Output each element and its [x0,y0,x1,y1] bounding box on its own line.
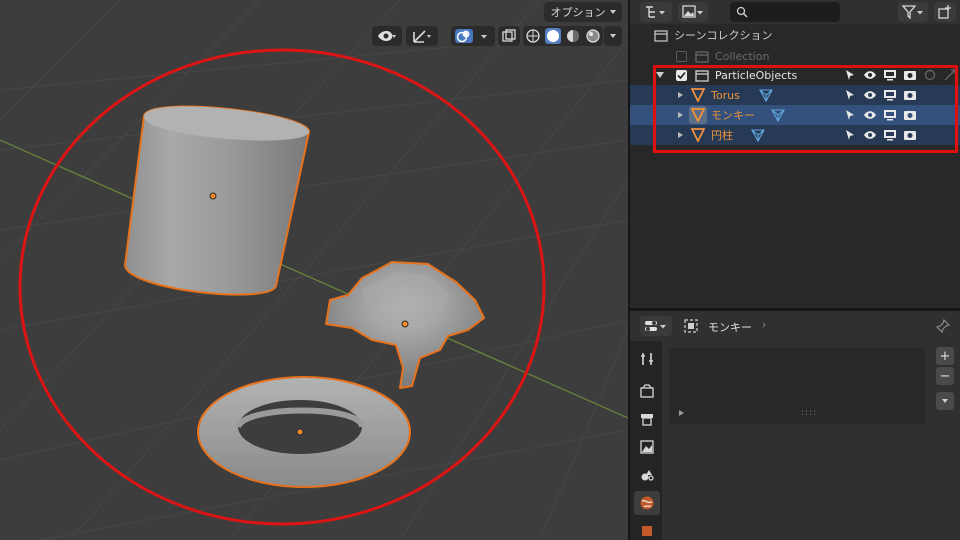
torus-object[interactable] [197,376,411,488]
editor-type-button[interactable] [640,316,672,336]
tab-tool[interactable] [634,347,660,371]
outliner-row-collection[interactable]: Collection [630,46,960,66]
gizmo-button[interactable] [406,26,438,46]
display-mode-button[interactable] [678,2,708,22]
outliner-icon [646,6,665,18]
options-label: オプション [550,6,606,19]
context-label: モンキー [708,321,752,334]
tab-scene[interactable] [634,463,660,487]
scene-collection-row[interactable]: シーンコレクション [630,25,960,45]
shading-solid-icon[interactable] [545,28,561,44]
scene-collection-icon [654,30,668,42]
outliner-search-input[interactable] [730,2,840,22]
output-icon [641,414,653,426]
shading-rendered-icon[interactable] [585,28,601,44]
new-collection-icon [938,5,951,19]
shading-material-icon[interactable] [565,28,581,44]
chevron-down-icon [942,399,948,403]
viewport-scene[interactable] [0,0,628,540]
filter-button[interactable] [898,2,928,22]
ui-list-panel[interactable]: :::: [668,347,926,425]
annotation-box [653,65,958,153]
tool-icon [641,353,653,365]
tab-render[interactable] [634,379,660,403]
object-icon [642,526,652,536]
properties-header: モンキー › [630,311,960,341]
editor-type-button[interactable] [640,2,672,22]
new-collection-button[interactable] [934,2,956,22]
specials-menu-button[interactable] [936,392,954,410]
viewport-header [0,0,628,46]
add-slot-button[interactable]: + [936,347,954,365]
cylinder-object[interactable] [123,105,311,296]
chevron-down-icon [609,10,616,14]
breadcrumb-chevron-icon: › [762,318,767,331]
xray-icon [502,29,516,42]
view-layer-icon [640,440,654,454]
outliner-header [630,0,960,24]
expand-arrow-icon[interactable] [679,410,684,416]
add-label: + [939,348,951,364]
shading-options-button[interactable] [604,26,622,46]
remove-label: − [939,368,951,384]
overlay-icon [455,29,487,43]
options-dropdown[interactable]: オプション [544,2,622,22]
filter-icon [902,5,923,19]
3d-viewport[interactable]: オプション [0,0,628,540]
remove-slot-button[interactable]: − [936,367,954,385]
tab-object[interactable] [634,519,660,540]
scene-collection-label: シーンコレクション [674,29,773,42]
exclude-checkbox[interactable] [676,50,687,62]
collection-name: Collection [715,49,770,63]
overlay-button[interactable] [451,26,495,46]
tab-output[interactable] [634,407,660,431]
properties-icon [645,321,666,331]
world-icon [640,496,654,510]
shading-wireframe-icon[interactable] [525,28,541,44]
properties-editor: モンキー › :::: + − [630,311,960,540]
object-icon [684,319,698,333]
properties-tab-bar [630,341,662,540]
xray-button[interactable] [498,26,520,46]
outliner-editor: シーンコレクション Collection ParticleObjects Tor… [630,0,960,308]
collection-icon [695,51,709,63]
view-object-types-button[interactable] [372,26,402,46]
render-icon [640,384,654,398]
shading-mode-group[interactable] [523,26,603,46]
image-icon [682,5,703,18]
eye-view-icon [378,31,396,41]
pin-icon[interactable] [936,319,950,333]
scene-icon [641,470,654,481]
search-icon [736,6,748,18]
tab-view-layer[interactable] [634,435,660,459]
monkey-object[interactable] [325,261,485,389]
resize-grip-icon[interactable]: :::: [801,408,817,418]
gizmo-icon [413,30,431,43]
chevron-down-icon [610,34,616,38]
tab-world[interactable] [634,491,660,515]
